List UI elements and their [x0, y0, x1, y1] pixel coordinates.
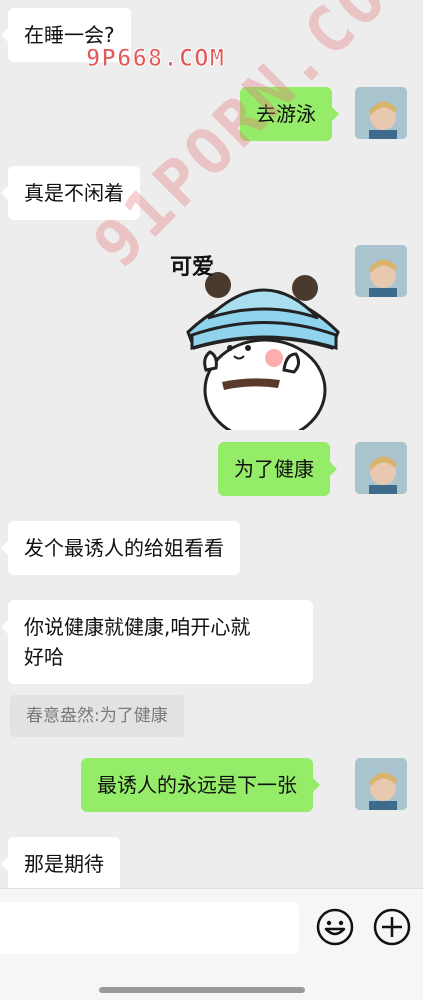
- chat-area: 在睡一会? 去游泳 真是不闲着 可爱 为了健康 发个最诱人的给姐看看 你说健康就…: [0, 0, 423, 888]
- avatar[interactable]: [355, 87, 407, 139]
- message-outgoing[interactable]: 最诱人的永远是下一张: [81, 758, 320, 812]
- sticker-text: 可爱: [170, 255, 214, 280]
- cute-bear-sticker: 可爱: [170, 255, 340, 442]
- message-input[interactable]: [0, 902, 299, 954]
- message-outgoing[interactable]: 去游泳: [240, 87, 339, 141]
- home-indicator: [99, 987, 305, 993]
- avatar[interactable]: [355, 245, 407, 297]
- message-incoming[interactable]: 那是期待: [1, 837, 120, 888]
- plus-icon[interactable]: [372, 907, 412, 947]
- avatar[interactable]: [355, 758, 407, 810]
- message-incoming[interactable]: 真是不闲着: [1, 166, 140, 220]
- avatar-photo: [355, 758, 407, 810]
- message-outgoing[interactable]: 为了健康: [218, 442, 337, 496]
- message-incoming[interactable]: 你说健康就健康,咱开心就 好哈: [1, 600, 313, 684]
- message-incoming[interactable]: 发个最诱人的给姐看看: [1, 521, 240, 575]
- avatar-photo: [355, 442, 407, 494]
- avatar[interactable]: [355, 442, 407, 494]
- emoji-icon[interactable]: [315, 907, 355, 947]
- avatar-photo: [355, 245, 407, 297]
- input-bar: [0, 888, 423, 1000]
- avatar-photo: [355, 87, 407, 139]
- quoted-message[interactable]: 春意盎然:为了健康: [10, 695, 184, 737]
- message-incoming[interactable]: 在睡一会?: [1, 8, 131, 62]
- sticker-message[interactable]: 可爱: [160, 240, 350, 442]
